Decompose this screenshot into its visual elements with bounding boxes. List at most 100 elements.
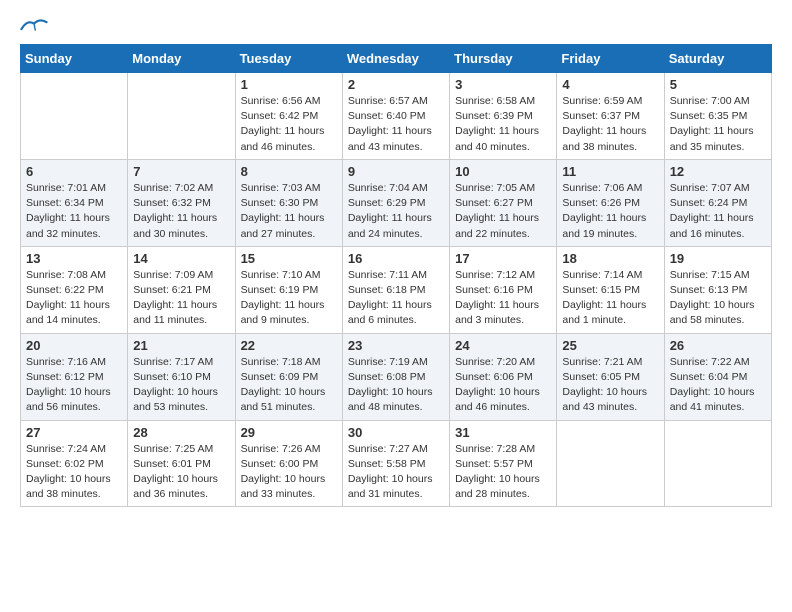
calendar-cell: 26Sunrise: 7:22 AM Sunset: 6:04 PM Dayli… bbox=[664, 333, 771, 420]
day-number: 15 bbox=[241, 251, 337, 266]
day-info: Sunrise: 7:20 AM Sunset: 6:06 PM Dayligh… bbox=[455, 355, 551, 416]
day-info: Sunrise: 6:59 AM Sunset: 6:37 PM Dayligh… bbox=[562, 94, 658, 155]
day-number: 31 bbox=[455, 425, 551, 440]
day-number: 3 bbox=[455, 77, 551, 92]
calendar-cell: 29Sunrise: 7:26 AM Sunset: 6:00 PM Dayli… bbox=[235, 420, 342, 507]
day-info: Sunrise: 7:04 AM Sunset: 6:29 PM Dayligh… bbox=[348, 181, 444, 242]
logo-icon bbox=[20, 16, 48, 34]
day-number: 12 bbox=[670, 164, 766, 179]
day-number: 9 bbox=[348, 164, 444, 179]
day-number: 30 bbox=[348, 425, 444, 440]
calendar-cell: 7 Sunrise: 7:02 AM Sunset: 6:32 PM Daylig… bbox=[128, 159, 235, 246]
day-info: Sunrise: 7:05 AM Sunset: 6:27 PM Dayligh… bbox=[455, 181, 551, 242]
day-number: 28 bbox=[133, 425, 229, 440]
day-info: Sunrise: 7:07 AM Sunset: 6:24 PM Dayligh… bbox=[670, 181, 766, 242]
calendar-cell: 2 Sunrise: 6:57 AM Sunset: 6:40 PM Daylig… bbox=[342, 73, 449, 160]
calendar-cell: 5 Sunrise: 7:00 AM Sunset: 6:35 PM Daylig… bbox=[664, 73, 771, 160]
calendar-cell: 1 Sunrise: 6:56 AM Sunset: 6:42 PM Daylig… bbox=[235, 73, 342, 160]
day-info: Sunrise: 7:24 AM Sunset: 6:02 PM Dayligh… bbox=[26, 442, 122, 503]
day-number: 14 bbox=[133, 251, 229, 266]
day-info: Sunrise: 7:08 AM Sunset: 6:22 PM Dayligh… bbox=[26, 268, 122, 329]
day-number: 19 bbox=[670, 251, 766, 266]
calendar-cell: 22 Sunrise: 7:18 AM Sunset: 6:09 PM Dayli… bbox=[235, 333, 342, 420]
day-number: 20 bbox=[26, 338, 122, 353]
calendar-cell: 12 Sunrise: 7:07 AM Sunset: 6:24 PM Dayli… bbox=[664, 159, 771, 246]
calendar-cell: 10 Sunrise: 7:05 AM Sunset: 6:27 PM Dayli… bbox=[450, 159, 557, 246]
day-header-tuesday: Tuesday bbox=[235, 45, 342, 73]
day-info: Sunrise: 7:11 AM Sunset: 6:18 PM Dayligh… bbox=[348, 268, 444, 329]
day-info: Sunrise: 7:14 AM Sunset: 6:15 PM Dayligh… bbox=[562, 268, 658, 329]
calendar-cell: 14 Sunrise: 7:09 AM Sunset: 6:21 PM Dayli… bbox=[128, 246, 235, 333]
day-number: 27 bbox=[26, 425, 122, 440]
day-info: Sunrise: 7:26 AM Sunset: 6:00 PM Dayligh… bbox=[241, 442, 337, 503]
day-info: Sunrise: 7:06 AM Sunset: 6:26 PM Dayligh… bbox=[562, 181, 658, 242]
day-info: Sunrise: 7:27 AM Sunset: 5:58 PM Dayligh… bbox=[348, 442, 444, 503]
calendar-cell: 31 Sunrise: 7:28 AM Sunset: 5:57 PM Dayli… bbox=[450, 420, 557, 507]
calendar-cell: 6Sunrise: 7:01 AM Sunset: 6:34 PM Daylig… bbox=[21, 159, 128, 246]
day-number: 7 bbox=[133, 164, 229, 179]
day-header-sunday: Sunday bbox=[21, 45, 128, 73]
day-number: 6 bbox=[26, 164, 122, 179]
calendar-cell: 23Sunrise: 7:19 AM Sunset: 6:08 PM Dayli… bbox=[342, 333, 449, 420]
calendar-cell: 8 Sunrise: 7:03 AM Sunset: 6:30 PM Daylig… bbox=[235, 159, 342, 246]
day-info: Sunrise: 6:57 AM Sunset: 6:40 PM Dayligh… bbox=[348, 94, 444, 155]
day-header-monday: Monday bbox=[128, 45, 235, 73]
day-number: 4 bbox=[562, 77, 658, 92]
day-info: Sunrise: 7:28 AM Sunset: 5:57 PM Dayligh… bbox=[455, 442, 551, 503]
calendar-week-3: 13 Sunrise: 7:08 AM Sunset: 6:22 PM Dayli… bbox=[21, 246, 772, 333]
day-info: Sunrise: 7:09 AM Sunset: 6:21 PM Dayligh… bbox=[133, 268, 229, 329]
day-number: 24 bbox=[455, 338, 551, 353]
day-info: Sunrise: 6:58 AM Sunset: 6:39 PM Dayligh… bbox=[455, 94, 551, 155]
day-number: 5 bbox=[670, 77, 766, 92]
calendar-week-1: 1 Sunrise: 6:56 AM Sunset: 6:42 PM Daylig… bbox=[21, 73, 772, 160]
day-info: Sunrise: 7:17 AM Sunset: 6:10 PM Dayligh… bbox=[133, 355, 229, 416]
calendar-cell: 9 Sunrise: 7:04 AM Sunset: 6:29 PM Daylig… bbox=[342, 159, 449, 246]
day-info: Sunrise: 7:12 AM Sunset: 6:16 PM Dayligh… bbox=[455, 268, 551, 329]
calendar-cell: 13 Sunrise: 7:08 AM Sunset: 6:22 PM Dayli… bbox=[21, 246, 128, 333]
day-info: Sunrise: 7:22 AM Sunset: 6:04 PM Dayligh… bbox=[670, 355, 766, 416]
day-number: 11 bbox=[562, 164, 658, 179]
day-info: Sunrise: 6:56 AM Sunset: 6:42 PM Dayligh… bbox=[241, 94, 337, 155]
day-info: Sunrise: 7:15 AM Sunset: 6:13 PM Dayligh… bbox=[670, 268, 766, 329]
day-header-wednesday: Wednesday bbox=[342, 45, 449, 73]
calendar-cell: 21 Sunrise: 7:17 AM Sunset: 6:10 PM Dayli… bbox=[128, 333, 235, 420]
day-number: 18 bbox=[562, 251, 658, 266]
calendar-cell: 15 Sunrise: 7:10 AM Sunset: 6:19 PM Dayli… bbox=[235, 246, 342, 333]
calendar-cell: 16Sunrise: 7:11 AM Sunset: 6:18 PM Dayli… bbox=[342, 246, 449, 333]
day-number: 22 bbox=[241, 338, 337, 353]
logo bbox=[20, 16, 48, 34]
day-header-friday: Friday bbox=[557, 45, 664, 73]
day-info: Sunrise: 7:19 AM Sunset: 6:08 PM Dayligh… bbox=[348, 355, 444, 416]
day-info: Sunrise: 7:21 AM Sunset: 6:05 PM Dayligh… bbox=[562, 355, 658, 416]
day-header-thursday: Thursday bbox=[450, 45, 557, 73]
calendar-week-5: 27 Sunrise: 7:24 AM Sunset: 6:02 PM Dayli… bbox=[21, 420, 772, 507]
calendar-cell: 17Sunrise: 7:12 AM Sunset: 6:16 PM Dayli… bbox=[450, 246, 557, 333]
calendar-cell: 28 Sunrise: 7:25 AM Sunset: 6:01 PM Dayli… bbox=[128, 420, 235, 507]
calendar-cell bbox=[557, 420, 664, 507]
day-number: 8 bbox=[241, 164, 337, 179]
calendar: SundayMondayTuesdayWednesdayThursdayFrid… bbox=[20, 44, 772, 507]
day-info: Sunrise: 7:03 AM Sunset: 6:30 PM Dayligh… bbox=[241, 181, 337, 242]
logo-shape bbox=[20, 16, 48, 34]
day-info: Sunrise: 7:00 AM Sunset: 6:35 PM Dayligh… bbox=[670, 94, 766, 155]
day-info: Sunrise: 7:16 AM Sunset: 6:12 PM Dayligh… bbox=[26, 355, 122, 416]
calendar-cell: 27 Sunrise: 7:24 AM Sunset: 6:02 PM Dayli… bbox=[21, 420, 128, 507]
calendar-cell: 11 Sunrise: 7:06 AM Sunset: 6:26 PM Dayli… bbox=[557, 159, 664, 246]
day-header-saturday: Saturday bbox=[664, 45, 771, 73]
calendar-cell: 4 Sunrise: 6:59 AM Sunset: 6:37 PM Daylig… bbox=[557, 73, 664, 160]
header bbox=[20, 16, 772, 34]
calendar-header-row: SundayMondayTuesdayWednesdayThursdayFrid… bbox=[21, 45, 772, 73]
day-info: Sunrise: 7:02 AM Sunset: 6:32 PM Dayligh… bbox=[133, 181, 229, 242]
day-number: 21 bbox=[133, 338, 229, 353]
day-info: Sunrise: 7:18 AM Sunset: 6:09 PM Dayligh… bbox=[241, 355, 337, 416]
day-number: 13 bbox=[26, 251, 122, 266]
calendar-cell: 20 Sunrise: 7:16 AM Sunset: 6:12 PM Dayli… bbox=[21, 333, 128, 420]
day-number: 2 bbox=[348, 77, 444, 92]
calendar-cell bbox=[664, 420, 771, 507]
day-number: 1 bbox=[241, 77, 337, 92]
day-number: 10 bbox=[455, 164, 551, 179]
calendar-cell: 3 Sunrise: 6:58 AM Sunset: 6:39 PM Daylig… bbox=[450, 73, 557, 160]
day-info: Sunrise: 7:25 AM Sunset: 6:01 PM Dayligh… bbox=[133, 442, 229, 503]
calendar-cell: 19 Sunrise: 7:15 AM Sunset: 6:13 PM Dayli… bbox=[664, 246, 771, 333]
day-info: Sunrise: 7:10 AM Sunset: 6:19 PM Dayligh… bbox=[241, 268, 337, 329]
